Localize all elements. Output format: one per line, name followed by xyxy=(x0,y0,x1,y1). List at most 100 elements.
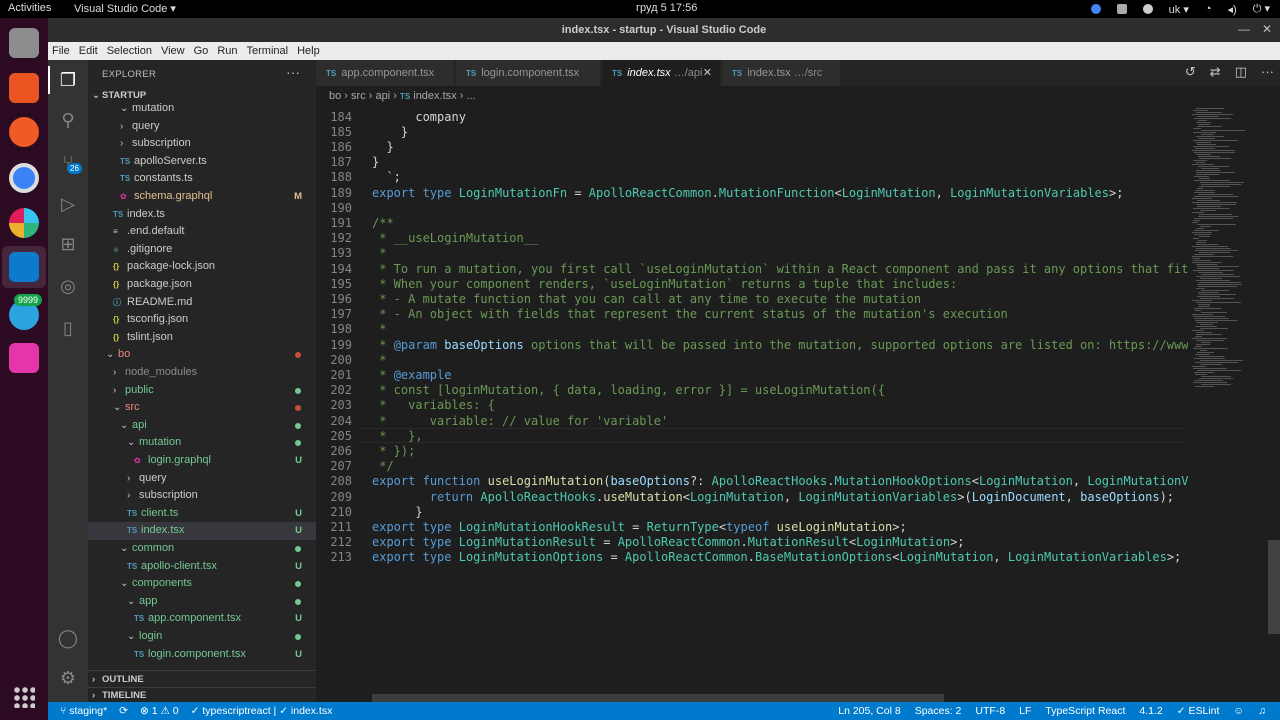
close-window-button[interactable]: ✕ xyxy=(1262,22,1272,36)
tree-item[interactable]: ⌄ mutation xyxy=(88,100,316,118)
chromium-icon[interactable] xyxy=(9,163,39,193)
tree-item[interactable]: ⌄ bo xyxy=(88,346,316,364)
outline-section-header[interactable]: › OUTLINE xyxy=(88,670,316,687)
tree-item[interactable]: › query xyxy=(88,470,316,488)
tree-item[interactable]: ⌄ login xyxy=(88,628,316,646)
menu-file[interactable]: File xyxy=(52,45,70,57)
settings-gear-icon[interactable]: ⚙ xyxy=(56,666,80,690)
tree-item[interactable]: ✿ login.graphql U xyxy=(88,452,316,470)
tree-item[interactable]: TS apollo-client.tsx U xyxy=(88,558,316,576)
wifi-icon[interactable]: ◔ xyxy=(1205,3,1212,15)
split-editor-icon[interactable]: ◫ xyxy=(1235,64,1247,80)
slack-icon[interactable] xyxy=(9,208,39,238)
code-editor[interactable]: 184 company 185 } 186 } 187} 188 `; 189 export… xyxy=(316,106,1188,702)
breadcrumb-file[interactable]: index.tsx xyxy=(413,90,456,102)
cursor-position[interactable]: Ln 205, Col 8 xyxy=(838,705,900,717)
end-of-line[interactable]: LF xyxy=(1019,705,1031,717)
show-applications-icon[interactable] xyxy=(13,686,35,708)
breadcrumb-symbol[interactable]: ... xyxy=(466,90,475,102)
accounts-icon[interactable]: ◯ xyxy=(56,626,80,650)
slack-tray-icon[interactable] xyxy=(1142,4,1153,14)
tree-item[interactable]: › public xyxy=(88,382,316,400)
minimap[interactable] xyxy=(1188,106,1268,702)
tree-item[interactable]: TS index.ts xyxy=(88,206,316,224)
notifications-bell-icon[interactable]: ♫ xyxy=(1258,705,1266,717)
extensions-icon[interactable]: ⊞ xyxy=(56,232,80,256)
search-icon[interactable]: ⚲ xyxy=(56,108,80,132)
tree-item[interactable]: ⌄ common xyxy=(88,540,316,558)
vscode-icon[interactable] xyxy=(9,252,39,282)
breadcrumb-api[interactable]: api xyxy=(375,90,390,102)
clock[interactable]: груд 5 17:56 xyxy=(636,2,697,14)
tab-index-api[interactable]: TS index.tsx …/api ✕ xyxy=(602,60,720,86)
postman-icon[interactable] xyxy=(9,117,39,147)
timeline-history-icon[interactable]: ↺ xyxy=(1185,64,1196,80)
menu-go[interactable]: Go xyxy=(194,45,209,57)
explorer-more-button[interactable]: ··· xyxy=(286,64,300,80)
feedback-icon[interactable]: ☺ xyxy=(1233,705,1244,717)
minimize-button[interactable]: — xyxy=(1238,22,1250,36)
tree-item[interactable]: ⓘ README.md xyxy=(88,294,316,312)
horizontal-scrollbar[interactable] xyxy=(372,694,944,702)
tree-item[interactable]: {} tsconfig.json xyxy=(88,311,316,329)
tree-item[interactable]: {} package-lock.json xyxy=(88,258,316,276)
explorer-icon[interactable]: ❐ xyxy=(56,68,80,92)
problems-indicator[interactable]: ⊗ 1 ⚠ 0 xyxy=(140,705,179,717)
run-debug-icon[interactable]: ▷ xyxy=(56,192,80,216)
power-icon[interactable]: ⏻ ▾ xyxy=(1253,2,1270,16)
software-center-icon[interactable] xyxy=(9,73,39,103)
indentation[interactable]: Spaces: 2 xyxy=(915,705,962,717)
sync-icon[interactable]: ⟳ xyxy=(119,705,128,717)
language-mode[interactable]: TypeScript React xyxy=(1045,705,1125,717)
tree-item[interactable]: TS apolloServer.ts xyxy=(88,153,316,171)
language-status[interactable]: ✓ typescriptreact | ✓ index.tsx xyxy=(191,705,333,717)
tree-item[interactable]: ⌄ api xyxy=(88,417,316,435)
tree-item[interactable]: {} tslint.json xyxy=(88,329,316,347)
typescript-version[interactable]: 4.1.2 xyxy=(1139,705,1162,717)
tree-item[interactable]: TS index.tsx U xyxy=(88,522,316,540)
scrollbar-thumb[interactable] xyxy=(1268,540,1280,634)
files-icon[interactable] xyxy=(9,28,39,58)
chrome-tray-icon[interactable] xyxy=(1090,4,1101,14)
volume-icon[interactable]: ◂) xyxy=(1228,3,1237,16)
open-changes-icon[interactable]: ⇄ xyxy=(1210,64,1221,80)
close-tab-icon[interactable]: ✕ xyxy=(703,60,712,86)
graphql-icon[interactable] xyxy=(9,343,39,373)
tree-item[interactable]: TS login.component.tsx U xyxy=(88,646,316,664)
tab-login-component[interactable]: TS login.component.tsx xyxy=(456,60,600,86)
menu-run[interactable]: Run xyxy=(217,45,237,57)
tree-item[interactable]: TS app.component.tsx U xyxy=(88,610,316,628)
menu-selection[interactable]: Selection xyxy=(107,45,152,57)
shield-tray-icon[interactable] xyxy=(1116,4,1127,14)
keyboard-layout[interactable]: uk ▾ xyxy=(1169,3,1189,16)
eslint-status[interactable]: ✓ ESLint xyxy=(1177,705,1220,717)
tab-app-component[interactable]: TS app.component.tsx xyxy=(316,60,454,86)
git-graph-icon[interactable]: ◎ xyxy=(56,274,80,298)
tree-item[interactable]: TS constants.ts xyxy=(88,170,316,188)
tree-item[interactable]: › node_modules xyxy=(88,364,316,382)
menu-help[interactable]: Help xyxy=(297,45,320,57)
tree-item[interactable]: › subscription xyxy=(88,135,316,153)
tree-item[interactable]: ⌄ components xyxy=(88,575,316,593)
tree-item[interactable]: {} package.json xyxy=(88,276,316,294)
tab-index-src[interactable]: TS index.tsx …/src xyxy=(722,60,840,86)
notebook-icon[interactable]: ▯ xyxy=(56,316,80,340)
tree-item[interactable]: ≡ .end.default xyxy=(88,223,316,241)
tree-item[interactable]: › query xyxy=(88,118,316,136)
tree-item[interactable]: TS client.ts U xyxy=(88,505,316,523)
more-actions-icon[interactable]: ··· xyxy=(1261,64,1274,80)
tree-item[interactable]: ⌄ mutation xyxy=(88,434,316,452)
git-branch-icon[interactable]: ⑂ staging* xyxy=(60,705,107,717)
breadcrumb-src[interactable]: src xyxy=(351,90,366,102)
tree-item[interactable]: ✿ schema.graphql M xyxy=(88,188,316,206)
encoding[interactable]: UTF-8 xyxy=(975,705,1005,717)
activities-button[interactable]: Activities xyxy=(8,2,51,14)
tree-item[interactable]: ◆ .gitignore xyxy=(88,241,316,259)
menu-terminal[interactable]: Terminal xyxy=(247,45,289,57)
timeline-section-header[interactable]: › TIMELINE xyxy=(88,687,316,702)
menu-edit[interactable]: Edit xyxy=(79,45,98,57)
breadcrumb-bo[interactable]: bo xyxy=(329,90,341,102)
app-menu[interactable]: Visual Studio Code ▾ xyxy=(74,2,176,15)
menu-view[interactable]: View xyxy=(161,45,185,57)
tree-item[interactable]: ⌄ app xyxy=(88,593,316,611)
